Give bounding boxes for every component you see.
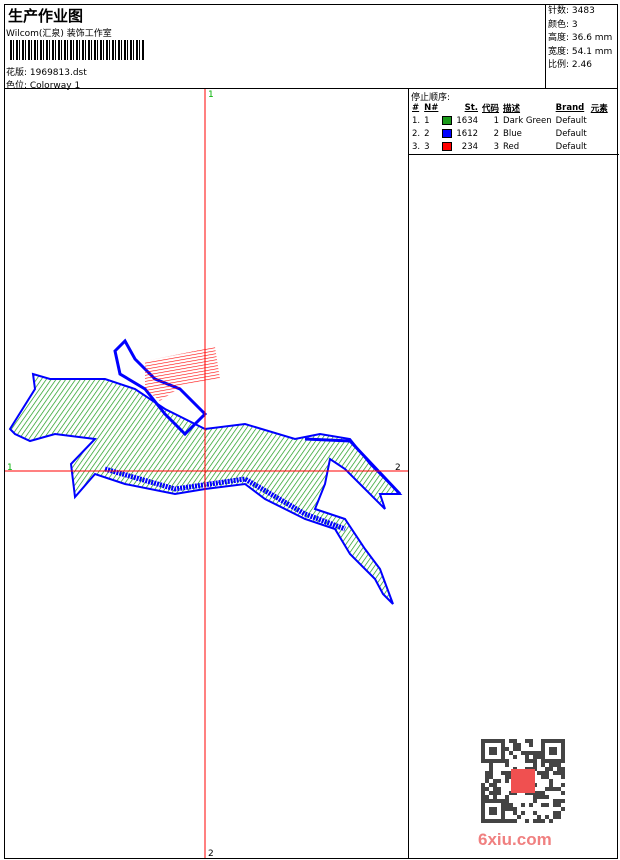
barcode [10, 40, 145, 60]
color-swatch-cell [440, 140, 454, 153]
color-swatch-cell [440, 127, 454, 140]
table-row: 3. 3 234 3 Red Default [410, 140, 610, 153]
row-needle: 3 [424, 141, 430, 152]
row-stitches: 1634 [456, 115, 479, 126]
row-element [589, 127, 610, 140]
column-header: St. [464, 102, 479, 113]
row-code: 1 [493, 115, 500, 126]
row-brand: Default [555, 115, 587, 126]
color-swatch-cell [440, 114, 454, 127]
table-row: 2. 2 1612 2 Blue Default [410, 127, 610, 140]
design-canvas: 1 2 1 2 [5, 89, 408, 858]
column-header: 描述 [503, 103, 521, 114]
row-description: Red [503, 141, 520, 152]
design-height: 高度: 36.6 mm [548, 33, 613, 43]
column-header: 代码 [482, 103, 500, 114]
column-header [440, 101, 454, 114]
header: 生产作业图 Wilcom(汇泉) 装饰工作室 花版: 1969813.dst 色… [4, 4, 618, 91]
row-brand: Default [555, 141, 587, 152]
row-index: 1. [412, 115, 421, 126]
table-row: 1. 1 1634 1 Dark Green Default [410, 114, 610, 127]
page-title: 生产作业图 [8, 7, 84, 25]
row-description: Blue [503, 128, 522, 139]
divider [409, 154, 619, 155]
stop-sequence-table: # N# St. 代码 描述 Brand 元素 1. 1 1634 1 Dark Green Defa… [410, 101, 610, 153]
qr-code [481, 739, 565, 823]
row-element [589, 114, 610, 127]
column-header: Brand [555, 102, 585, 113]
color-swatch [442, 115, 453, 125]
stitch-count: 针数: 3483 [548, 6, 595, 16]
design-width: 宽度: 54.1 mm [548, 46, 613, 57]
company-name: Wilcom(汇泉) 装饰工作室 [6, 29, 112, 39]
row-stitches: 234 [461, 141, 479, 152]
design-scale: 比例: 2.46 [548, 60, 592, 70]
watermark-logo: 6xiu.com [478, 830, 552, 849]
design-file: 花版: 1969813.dst [6, 68, 87, 78]
column-header: 元素 [590, 103, 608, 114]
color-swatch [442, 141, 453, 151]
color-count: 颜色: 3 [548, 19, 578, 30]
row-needle: 1 [424, 115, 430, 126]
row-description: Dark Green [503, 115, 552, 126]
axis-label-right: 2 [395, 463, 401, 473]
column-header: N# [424, 102, 439, 113]
axis-label-top: 1 [208, 90, 214, 100]
row-index: 2. [412, 128, 421, 139]
row-brand: Default [555, 128, 587, 139]
axis-label-bottom: 2 [208, 849, 214, 858]
row-needle: 2 [424, 128, 430, 139]
row-index: 3. [412, 141, 421, 152]
row-element [589, 140, 610, 153]
row-code: 2 [493, 128, 500, 139]
color-swatch [442, 128, 453, 138]
column-header: # [412, 102, 420, 113]
axis-label-left: 1 [7, 463, 13, 473]
row-code: 3 [493, 141, 500, 152]
row-stitches: 1612 [456, 128, 479, 139]
design-info: 针数: 3483 颜色: 3 高度: 36.6 mm 宽度: 54.1 mm 比… [545, 4, 618, 89]
